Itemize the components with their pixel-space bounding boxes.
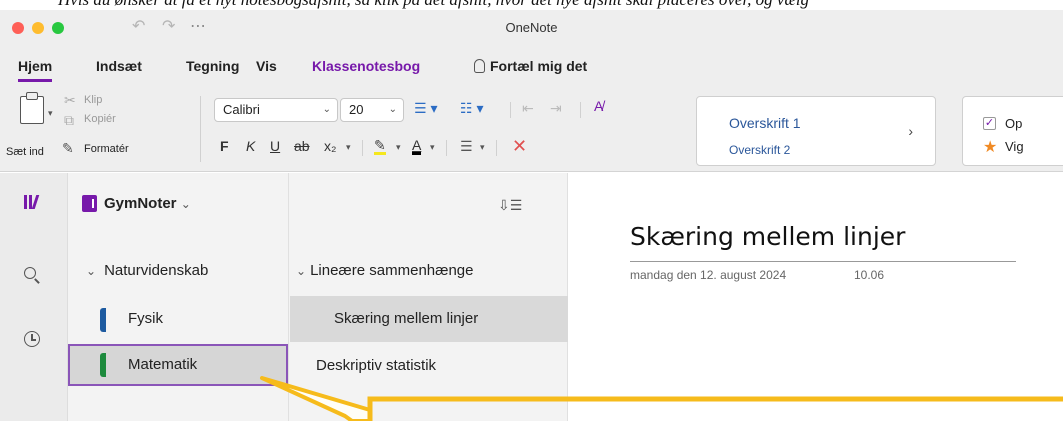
annotation-callout	[260, 376, 1063, 421]
callout-box-border	[367, 396, 1063, 421]
callout-pointer	[260, 376, 372, 421]
